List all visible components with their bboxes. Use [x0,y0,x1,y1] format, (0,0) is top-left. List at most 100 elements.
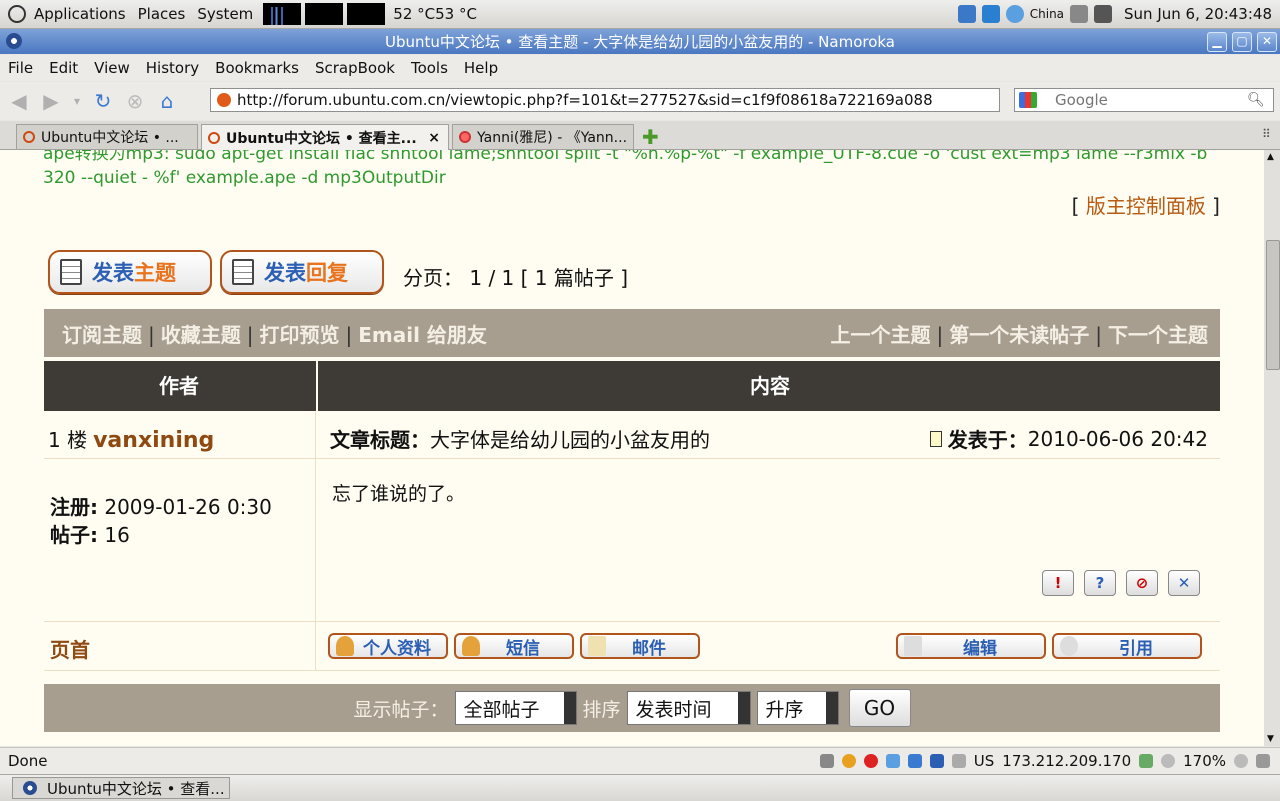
go-button[interactable]: GO [848,689,911,727]
settings-icon[interactable] [1256,754,1270,768]
quote-button[interactable]: 引用 [1052,633,1202,659]
reload-icon[interactable]: ↻ [90,88,116,114]
info-icon[interactable]: ? [1084,570,1116,596]
menu-tools[interactable]: Tools [403,59,456,77]
applications-menu[interactable]: Applications [28,5,132,23]
menu-edit[interactable]: Edit [41,59,86,77]
posts-label: 帖子: [50,523,98,547]
edit-button[interactable]: 编辑 [896,633,1046,659]
network-manager-icon[interactable] [1005,5,1024,23]
volume-icon[interactable] [1070,5,1089,23]
skype-icon[interactable] [929,754,944,768]
tab-ubuntu-forum-1[interactable]: Ubuntu中文论坛 • ... [16,124,198,149]
stop-icon[interactable]: ⊗ [122,88,148,114]
memory-monitor[interactable] [305,3,344,25]
sort-order-select[interactable]: 升序 [756,691,839,725]
post-mini-icon[interactable] [929,430,942,447]
search-box[interactable]: 🔍︎ [1014,88,1274,112]
tab-list-icon[interactable]: ⠿ [1262,127,1271,141]
menu-view[interactable]: View [86,59,138,77]
system-menu[interactable]: System [191,5,259,23]
tab-close-icon[interactable]: × [428,130,440,146]
flag-icon[interactable] [1139,754,1154,768]
previous-topic-link[interactable]: 上一个主题 [831,323,931,347]
system-tray: China Sun Jun 6, 20:43:48 [957,5,1280,23]
ubuntu-favicon-icon [208,131,220,144]
top-panel: Applications Places System 52 °C53 °C Ch… [0,0,1280,29]
email-friend-link[interactable]: Email 给朋友 [358,323,487,347]
back-to-top-link[interactable]: 页首 [50,634,90,663]
delete-icon[interactable]: ✕ [1168,570,1200,596]
show-posts-select[interactable]: 全部帖子 [454,691,577,725]
moderator-panel-link[interactable]: 版主控制面板 [1086,194,1206,218]
taskbar-window-button[interactable]: Ubuntu中文论坛 • 查看... [12,777,230,799]
tab-yanni[interactable]: Yanni(雅尼) - 《Yann... [452,124,634,149]
search-icon[interactable]: 🔍︎ [1247,92,1265,108]
new-tab-icon[interactable]: ✚ [642,125,659,149]
next-topic-link[interactable]: 下一个主题 [1108,323,1208,347]
url-bar[interactable]: http://forum.ubuntu.com.cn/viewtopic.php… [210,88,1000,112]
taskbar-window-label: Ubuntu中文论坛 • 查看... [47,779,225,798]
post-username[interactable]: vanxining [93,428,214,453]
menu-bookmarks[interactable]: Bookmarks [207,59,307,77]
maximize-button[interactable]: ▢ [1232,32,1252,52]
zoom-level[interactable]: 170% [1183,752,1226,770]
minimize-button[interactable]: ▁ [1207,32,1227,52]
network-monitor[interactable] [347,3,386,25]
new-topic-button[interactable]: 发表 主题 [48,250,212,294]
print-preview-link[interactable]: 打印预览 [260,323,340,347]
addon-icon[interactable] [819,754,834,768]
bluetooth-icon[interactable] [957,5,976,23]
email-button[interactable]: 邮件 [580,633,700,659]
reply-button[interactable]: 发表 回复 [220,250,384,294]
clock[interactable]: Sun Jun 6, 20:43:48 [1124,5,1272,23]
tools-icon[interactable] [907,754,922,768]
back-arrow-icon[interactable]: ◀ [6,88,32,114]
zoom-out-icon[interactable] [1234,754,1248,768]
close-button[interactable]: ✕ [1257,32,1277,52]
vertical-scrollbar[interactable]: ▲ ▼ [1264,150,1280,746]
scroll-down-icon[interactable]: ▼ [1267,734,1274,744]
window-icon[interactable] [6,33,22,49]
sort-by-select[interactable]: 发表时间 [626,691,751,725]
scroll-up-icon[interactable]: ▲ [1267,152,1274,162]
content-column-header: 内容 [316,361,1222,411]
extension-icon[interactable] [951,754,966,768]
document-icon [232,259,254,285]
tab-ubuntu-forum-active[interactable]: Ubuntu中文论坛 • 查看主... × [201,124,449,150]
bookmark-topic-link[interactable]: 收藏主题 [161,323,241,347]
menu-scrapbook[interactable]: ScrapBook [307,59,403,77]
profile-button[interactable]: 个人资料 [328,633,448,659]
warn-icon[interactable]: ⊘ [1126,570,1158,596]
greasemonkey-icon[interactable] [841,754,856,768]
report-icon[interactable]: ! [1042,570,1074,596]
subscribe-topic-link[interactable]: 订阅主题 [62,323,142,347]
post-actions: ! ? ⊘ ✕ [1042,570,1200,596]
display-icon[interactable] [1094,5,1113,23]
floor-number: 1 楼 [48,428,88,452]
home-icon[interactable]: ⌂ [154,88,180,114]
applications-icon[interactable] [8,5,26,23]
pm-button[interactable]: 短信 [454,633,574,659]
post-floor: 1 楼 vanxining [48,424,214,453]
menu-history[interactable]: History [138,59,207,77]
menu-file[interactable]: File [0,59,41,77]
forward-arrow-icon[interactable]: ▶ [38,88,64,114]
input-method-icon[interactable] [981,5,1000,23]
dropdown-arrow-icon [825,692,838,724]
scrollbar-thumb[interactable] [1266,240,1280,370]
zoom-icon[interactable] [1161,754,1176,768]
feather-icon[interactable] [885,754,900,768]
locale-label[interactable]: China [1030,7,1064,21]
adblock-icon[interactable] [863,754,878,768]
history-dropdown-icon[interactable]: ▾ [70,88,84,114]
first-unread-link[interactable]: 第一个未读帖子 [949,323,1089,347]
search-input[interactable] [1053,90,1247,110]
ip-address: 173.212.209.170 [1002,752,1132,770]
cpu-monitor[interactable] [263,3,302,25]
search-engine-icon[interactable] [1019,92,1037,108]
people-icon [462,636,480,656]
window-title: Ubuntu中文论坛 • 查看主题 - 大字体是给幼儿园的小盆友用的 - Nam… [384,33,896,51]
menu-help[interactable]: Help [456,59,506,77]
places-menu[interactable]: Places [132,5,192,23]
